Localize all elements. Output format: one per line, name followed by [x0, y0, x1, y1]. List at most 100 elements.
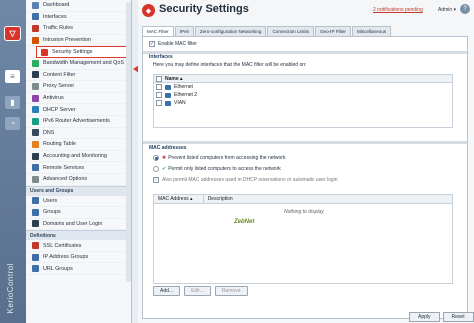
brand-label: KerioControl	[6, 262, 15, 313]
interface-row[interactable]: Ethernet 2	[154, 91, 452, 99]
sidebar-item-ipv6-router-advertisements[interactable]: IPv6 Router Advertisements	[26, 116, 131, 128]
edit-button[interactable]: Edit...	[184, 286, 211, 296]
stats-icon[interactable]: ▮	[5, 96, 20, 109]
sidebar-item-dhcp-server[interactable]: DHCP Server	[26, 104, 131, 116]
also-permit[interactable]: ✓ Also permit MAC addresses used in DHCP…	[153, 177, 338, 183]
status-icon[interactable]: ◔	[5, 117, 20, 130]
add-button[interactable]: Add...	[153, 286, 181, 296]
sidebar-item-advanced-options[interactable]: Advanced Options	[26, 174, 131, 186]
footer-buttons: Apply Reset	[406, 312, 474, 322]
config-icon[interactable]: ≡	[5, 70, 20, 83]
nav-item-icon	[32, 164, 39, 172]
nav-item-icon	[32, 82, 39, 90]
sidebar-item-label: Traffic Rules	[43, 25, 73, 32]
remove-button[interactable]: Remove	[214, 286, 248, 296]
sidebar-item-label: Intrusion Prevention	[43, 37, 91, 44]
divider	[143, 51, 467, 54]
also-permit-checkbox[interactable]: ✓	[153, 177, 159, 183]
nav-item-icon	[32, 152, 39, 160]
sidebar-item-ssl-certificates[interactable]: SSL Certificates	[26, 240, 131, 252]
interface-row[interactable]: Ethernet	[154, 83, 452, 91]
sidebar-item-security-settings[interactable]: Security Settings	[36, 46, 127, 58]
sidebar-item-domains-and-user-login[interactable]: Domains and User Login	[26, 219, 131, 231]
interface-checkbox[interactable]	[156, 84, 162, 90]
main-area: ◆ Security Settings 2 notifications pend…	[138, 0, 474, 323]
sidebar-scrollbar[interactable]	[126, 2, 131, 282]
interface-row[interactable]: VIAN	[154, 99, 452, 107]
sidebar-item-label: Interfaces	[43, 13, 67, 20]
sidebar-item-label: Advanced Options	[43, 176, 88, 183]
sidebar-item-label: DNS	[43, 129, 55, 136]
sidebar-item-content-filter[interactable]: Content Filter	[26, 70, 131, 82]
col-description[interactable]: Description	[204, 195, 452, 203]
sidebar-item-users[interactable]: Users	[26, 196, 131, 208]
interfaces-header: Name ▴	[154, 75, 452, 83]
tab-zero-configuration-networking[interactable]: Zero-configuration Networking	[194, 26, 267, 36]
sidebar-item-proxy-server[interactable]: Proxy Server	[26, 81, 131, 93]
sidebar-item-label: Proxy Server	[43, 83, 75, 90]
tab-mac-filter[interactable]: MAC Filter	[142, 26, 174, 36]
prevent-radio[interactable]	[153, 155, 159, 161]
sidebar-item-label: SSL Certificates	[43, 242, 82, 249]
sidebar-item-routing-table[interactable]: Routing Table	[26, 139, 131, 151]
enable-mac-filter[interactable]: ✓ Enable MAC filter	[149, 41, 197, 47]
nav-item-icon	[32, 140, 39, 148]
sidebar-item-label: Domains and User Login	[43, 220, 103, 227]
tab-geo-ip-filter[interactable]: Geo-IP Filter	[314, 26, 351, 36]
select-all-checkbox[interactable]	[156, 75, 162, 82]
tab-connection-limits[interactable]: Connection Limits	[267, 26, 314, 36]
sidebar-item-label: Accounting and Monitoring	[43, 153, 107, 160]
help-icon[interactable]: ?	[460, 4, 470, 14]
interface-name: Ethernet	[174, 84, 193, 90]
sidebar-item-label: IPv6 Router Advertisements	[43, 118, 110, 125]
app-window: ▽ ≡ ▮ ◔ KerioControl Dashboard Interfaces…	[0, 0, 474, 323]
section-users-groups: Users and Groups	[26, 185, 131, 196]
network-icon	[165, 84, 171, 90]
sidebar-item-traffic-rules[interactable]: Traffic Rules	[26, 23, 131, 35]
nav-item-icon	[32, 208, 39, 216]
nav-item-icon	[32, 242, 39, 250]
divider	[143, 141, 467, 144]
sidebar-item-interfaces[interactable]: Interfaces	[26, 12, 131, 24]
interface-checkbox[interactable]	[156, 100, 162, 106]
sidebar-item-label: Users	[43, 197, 58, 204]
sidebar-item-dns[interactable]: DNS	[26, 128, 131, 140]
sidebar-item-accounting-and-monitoring[interactable]: Accounting and Monitoring	[26, 151, 131, 163]
reset-button[interactable]: Reset	[442, 312, 474, 322]
sidebar-item-url-groups[interactable]: URL Groups	[26, 263, 131, 276]
sidebar-item-intrusion-prevention[interactable]: Intrusion Prevention	[26, 35, 131, 47]
col-mac[interactable]: MAC Address ▴	[154, 195, 204, 203]
option-permit[interactable]: ✔ Permit only listed computers to access…	[153, 166, 281, 172]
apply-button[interactable]: Apply	[409, 312, 440, 322]
sidebar-item-label: Security Settings	[52, 49, 93, 56]
enable-checkbox[interactable]: ✓	[149, 41, 155, 47]
option-prevent[interactable]: ✖ Prevent listed computers from accessin…	[153, 155, 285, 161]
page-title: Security Settings	[159, 3, 249, 15]
sidebar-item-groups[interactable]: Groups	[26, 207, 131, 219]
mac-buttons: Add... Edit... Remove	[153, 286, 252, 296]
permit-radio[interactable]	[153, 166, 159, 172]
nav-item-icon	[32, 59, 39, 67]
network-icon	[165, 92, 171, 98]
nav-item-icon	[32, 1, 39, 9]
col-name[interactable]: Name ▴	[165, 76, 183, 82]
sidebar-item-label: Dashboard	[43, 2, 70, 9]
notifications-link[interactable]: 2 notifications pending	[373, 7, 423, 13]
interfaces-title: Interfaces	[149, 54, 173, 60]
user-menu[interactable]: Admin ▾	[438, 7, 456, 13]
interface-name: VIAN	[174, 100, 186, 106]
option-permit-label: Permit only listed computers to access t…	[168, 166, 281, 172]
nav-item-icon	[32, 117, 39, 125]
sidebar-item-label: URL Groups	[43, 265, 73, 272]
sidebar-item-dashboard[interactable]: Dashboard	[26, 0, 131, 12]
sidebar-item-ip-address-groups[interactable]: IP Address Groups	[26, 252, 131, 264]
tab-ipv6[interactable]: IPv6	[174, 26, 194, 36]
nav-item-icon	[32, 197, 39, 205]
tab-miscellaneous[interactable]: Miscellaneous	[351, 26, 392, 36]
nav-item-icon	[32, 94, 39, 102]
sidebar-item-bandwidth-management-and-qos[interactable]: Bandwidth Management and QoS	[26, 58, 131, 70]
kerio-logo-icon[interactable]: ▽	[4, 26, 21, 41]
interface-checkbox[interactable]	[156, 92, 162, 98]
sidebar-item-remote-services[interactable]: Remote Services	[26, 162, 131, 174]
sidebar-item-antivirus[interactable]: Antivirus	[26, 93, 131, 105]
